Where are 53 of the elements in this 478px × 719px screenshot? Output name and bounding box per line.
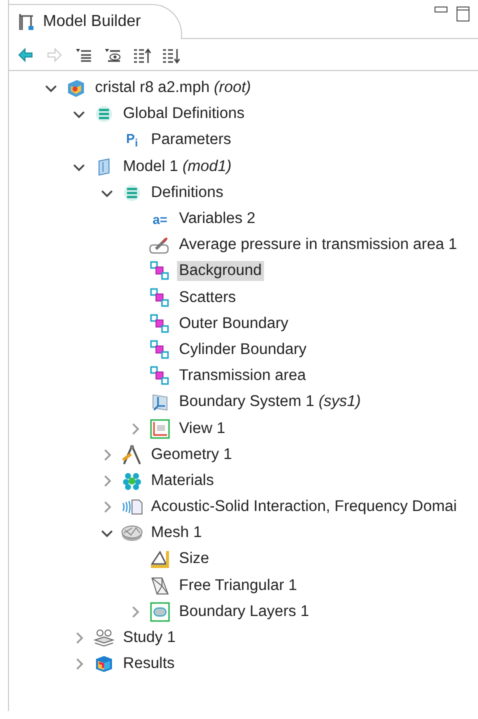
selection-icon (150, 288, 170, 308)
tree-item[interactable]: Global Definitions (121, 104, 246, 124)
tree-item[interactable]: Average pressure in transmission area 1 (177, 235, 459, 256)
freetri-icon (150, 576, 170, 596)
probe-icon (149, 235, 171, 256)
tree-item[interactable]: View 1 (177, 418, 228, 439)
list-icon (94, 104, 114, 124)
node-icon: P$_{i}$ (121, 131, 143, 150)
tree-item[interactable]: Results (121, 654, 177, 674)
tree-item[interactable]: Geometry 1 (149, 444, 234, 465)
selection-icon (150, 261, 170, 282)
tree-item[interactable]: cristal r8 a2.mph (root) (93, 78, 253, 98)
tree-item[interactable]: Scatters (177, 288, 238, 308)
tree-item[interactable]: Mesh 1 (149, 523, 204, 544)
expand-all-icon[interactable] (75, 47, 93, 64)
minimize-icon[interactable] (434, 6, 448, 14)
tree-item[interactable]: Definitions (149, 182, 226, 203)
mesh-icon (121, 523, 143, 544)
selection-icon (150, 366, 170, 386)
tree-item[interactable]: Size (177, 549, 212, 570)
back-arrow-icon[interactable] (17, 47, 35, 64)
tree-item[interactable]: Boundary System 1 (sys1) (177, 392, 363, 412)
tree-item[interactable]: Free Triangular 1 (177, 576, 300, 596)
show-icon[interactable] (104, 47, 122, 64)
move-up-icon[interactable] (133, 47, 151, 64)
tree-item[interactable]: Study 1 (121, 628, 178, 648)
move-down-icon[interactable] (162, 47, 180, 64)
selection-icon (150, 340, 170, 360)
tree-item[interactable]: Transmission area (177, 366, 308, 386)
model-builder-tab[interactable]: Model Builder (9, 4, 182, 39)
tree-item[interactable]: Acoustic-Solid Interaction, Frequency Domai (149, 497, 459, 518)
file-icon (66, 78, 86, 98)
view-icon (150, 418, 170, 439)
tree-item[interactable]: Materials (149, 470, 216, 491)
tree-item[interactable]: Boundary Layers 1 (177, 602, 312, 622)
results-icon (94, 654, 114, 674)
tree-item[interactable]: Model 1 (mod1) (121, 156, 234, 177)
tree-item[interactable]: Background (177, 261, 264, 282)
tree-item[interactable]: Parameters (149, 130, 234, 150)
layers-icon (150, 602, 170, 622)
study-icon (93, 628, 115, 648)
materials-icon (122, 470, 142, 491)
geometry-icon (121, 444, 143, 466)
size-icon (150, 549, 170, 570)
tree-item[interactable]: Cylinder Boundary (177, 340, 309, 360)
coord-icon (150, 392, 170, 412)
selection-icon (150, 314, 170, 334)
list-icon (122, 182, 142, 203)
physics-icon (121, 497, 143, 518)
tree-item[interactable]: Outer Boundary (177, 314, 290, 334)
maximize-icon[interactable] (456, 6, 470, 22)
tree-item[interactable]: Variables 2 (177, 209, 258, 230)
node-icon: a= (149, 212, 171, 227)
